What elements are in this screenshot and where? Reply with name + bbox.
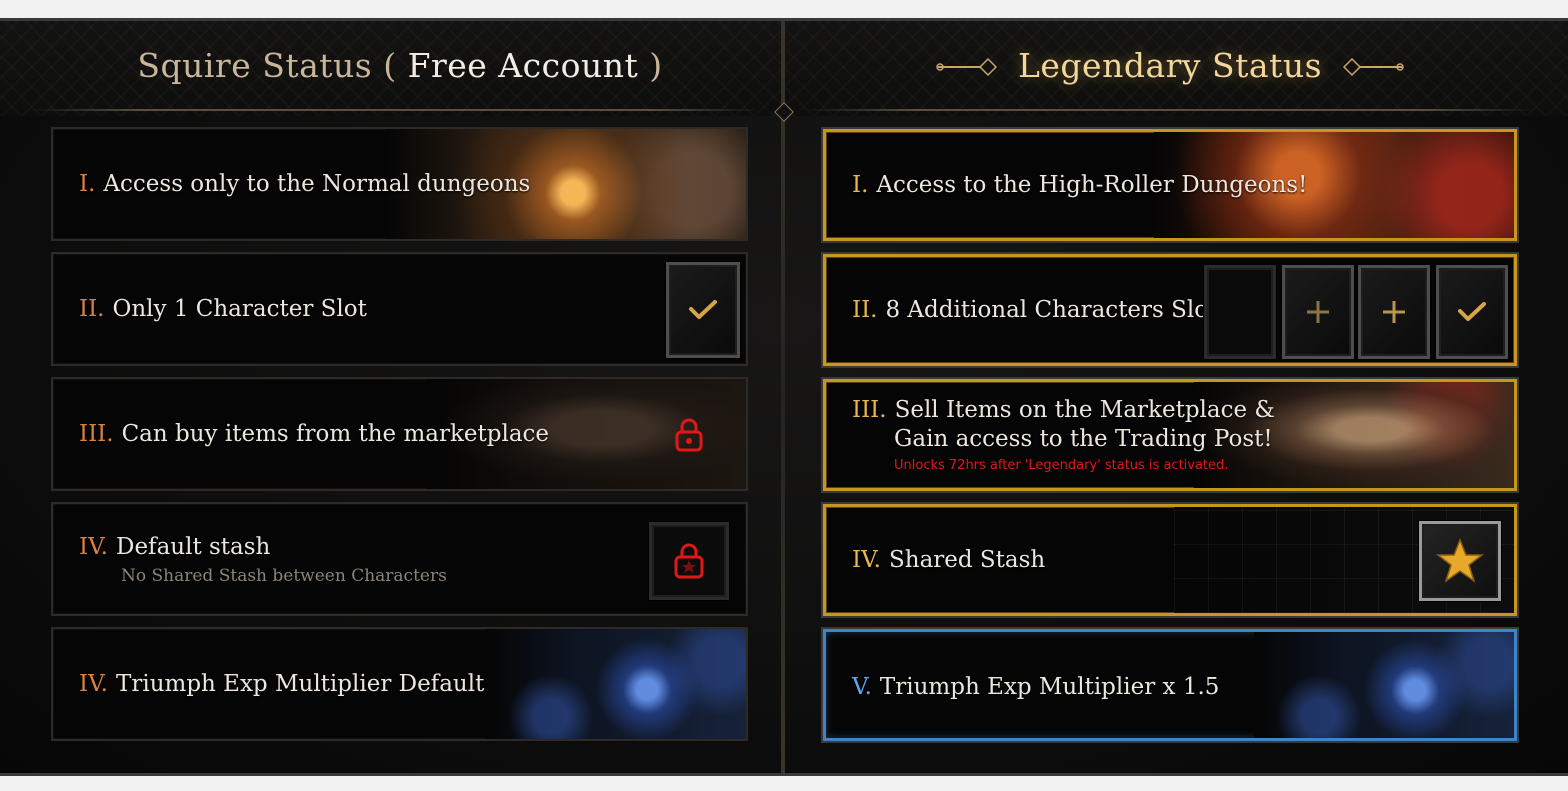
feature-label: Default stash bbox=[116, 534, 271, 560]
feature-label: Only 1 Character Slot bbox=[112, 296, 367, 322]
ore-image bbox=[486, 629, 746, 739]
lock-star-icon bbox=[674, 543, 704, 579]
stash-slot bbox=[649, 522, 729, 600]
feature-numeral: III. bbox=[79, 421, 114, 447]
free-feature-marketplace: III. Can buy items from the marketplace bbox=[51, 377, 748, 491]
legendary-feature-marketplace: III. Sell Items on the Marketplace & Gain… bbox=[823, 379, 1517, 491]
feature-numeral: IV. bbox=[79, 671, 108, 697]
character-slot-add bbox=[1358, 265, 1430, 359]
legendary-status-title: Legendary Status bbox=[1017, 46, 1323, 85]
feature-numeral: IV. bbox=[79, 534, 108, 560]
legendary-feature-dungeons: I. Access to the High-Roller Dungeons! bbox=[823, 129, 1517, 241]
feature-label: Triumph Exp Multiplier x 1.5 bbox=[879, 674, 1220, 700]
character-slot-active bbox=[1436, 265, 1508, 359]
feature-label: Access only to the Normal dungeons bbox=[103, 171, 531, 197]
divider-ornament bbox=[774, 102, 794, 122]
stash-slot bbox=[1419, 521, 1501, 601]
character-slot-empty bbox=[1204, 265, 1276, 359]
feature-label: 8 Additional Characters Slots! bbox=[885, 297, 1239, 323]
feature-sublabel: No Shared Stash between Characters bbox=[121, 566, 447, 586]
feature-numeral: IV. bbox=[852, 547, 881, 573]
character-slot bbox=[666, 262, 740, 358]
lock-icon bbox=[675, 418, 703, 452]
center-divider bbox=[781, 21, 785, 773]
plus-icon bbox=[1307, 301, 1329, 323]
feature-label: Can buy items from the marketplace bbox=[121, 421, 550, 447]
feature-numeral: I. bbox=[852, 172, 869, 198]
feature-numeral: I. bbox=[79, 171, 96, 197]
checkmark-icon bbox=[689, 300, 717, 319]
legendary-feature-character-slots: II. 8 Additional Characters Slots! bbox=[823, 254, 1517, 366]
free-feature-stash: IV. Default stash No Shared Stash between… bbox=[51, 502, 748, 616]
feature-numeral: V. bbox=[852, 674, 872, 700]
free-feature-dungeons: I. Access only to the Normal dungeons bbox=[51, 127, 748, 241]
feature-numeral: III. bbox=[852, 397, 887, 423]
feature-label: Triumph Exp Multiplier Default bbox=[116, 671, 485, 697]
free-feature-character-slot: II. Only 1 Character Slot bbox=[51, 252, 748, 366]
free-feature-triumph-exp: IV. Triumph Exp Multiplier Default bbox=[51, 627, 748, 741]
unlock-note: Unlocks 72hrs after 'Legendary' status i… bbox=[894, 458, 1229, 473]
plus-icon bbox=[1383, 301, 1405, 323]
legendary-feature-triumph-exp: V. Triumph Exp Multiplier x 1.5 bbox=[823, 629, 1517, 741]
star-icon bbox=[1436, 538, 1484, 583]
header-divider-left bbox=[30, 109, 760, 111]
legendary-feature-shared-stash: IV. Shared Stash bbox=[823, 504, 1517, 616]
feature-label: Access to the High-Roller Dungeons! bbox=[876, 172, 1308, 198]
header-divider-right bbox=[805, 109, 1535, 111]
feature-label: Shared Stash bbox=[889, 547, 1046, 573]
feature-label: Sell Items on the Marketplace & bbox=[894, 397, 1275, 423]
character-slot-add bbox=[1282, 265, 1354, 359]
feature-label-line2: Gain access to the Trading Post! bbox=[894, 426, 1273, 452]
free-status-title: Squire Status ( Free Account ) bbox=[137, 46, 663, 85]
feature-numeral: II. bbox=[79, 296, 105, 322]
title-ornament-icon bbox=[1342, 57, 1404, 77]
feature-numeral: II. bbox=[852, 297, 878, 323]
ore-image bbox=[1254, 632, 1514, 738]
checkmark-icon bbox=[1458, 302, 1486, 321]
